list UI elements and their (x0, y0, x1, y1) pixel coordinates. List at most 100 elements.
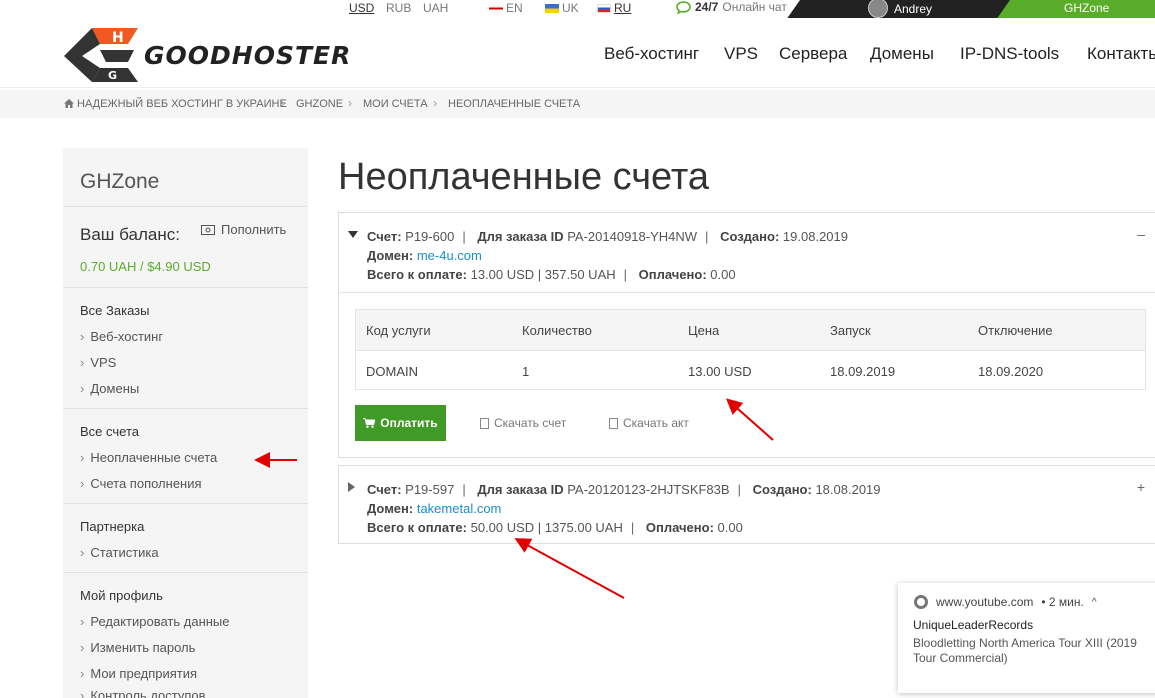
divider (339, 292, 1155, 293)
divider (63, 206, 308, 207)
sidebar-item-label: Контроль доступов (90, 688, 206, 698)
invoice-header[interactable]: + Счет: P19-597 | Для заказа ID PA-201201… (339, 466, 1155, 537)
divider (63, 572, 308, 573)
nav-vps[interactable]: VPS (724, 44, 758, 64)
currency-rub[interactable]: RUB (386, 1, 411, 15)
notification-body: Bloodletting North America Tour XIII (20… (913, 636, 1137, 665)
table-cell: 18.09.2019 (830, 364, 896, 379)
lang-en[interactable]: EN (489, 1, 523, 15)
invoice-number-label: Счет: (367, 229, 402, 244)
chevron-right-icon: › (80, 545, 85, 560)
sidebar-head-profile[interactable]: Мой профиль (80, 588, 163, 603)
sidebar-title: GHZone (80, 170, 160, 193)
notification-title: UniqueLeaderRecords (913, 618, 1034, 632)
sidebar-item-topup-invoices[interactable]: › Счета пополнения (80, 476, 202, 491)
table-row: DOMAIN 1 13.00 USD 18.09.2019 18.09.2020 (356, 351, 1145, 389)
ukraine-flag-icon (545, 3, 559, 13)
chevron-up-icon[interactable]: ^ (1092, 597, 1097, 608)
chevron-right-icon: › (80, 450, 85, 465)
invoice-card: + Счет: P19-597 | Для заказа ID PA-201201… (338, 465, 1155, 544)
nav-servers[interactable]: Сервера (779, 44, 847, 64)
notification-time: • 2 мин. (1041, 595, 1084, 609)
user-menu[interactable]: Andrey (868, 0, 932, 18)
sidebar-item-domains[interactable]: › Домены (80, 381, 139, 396)
column-header: Цена (688, 323, 720, 338)
table-cell: 18.09.2020 (978, 364, 1044, 379)
breadcrumb-home[interactable]: Надежный веб хостинг в Украине (77, 98, 287, 110)
balance-amount: 0.70 UAH / $4.90 USD (80, 259, 211, 274)
pay-button[interactable]: Оплатить (355, 405, 446, 441)
nav-domains[interactable]: Домены (870, 44, 934, 64)
sidebar-item-label: Мои предприятия (90, 666, 198, 681)
sidebar-item-access-control[interactable]: › Контроль доступов (80, 688, 206, 698)
home-icon[interactable] (64, 99, 74, 108)
divider (63, 503, 308, 504)
sidebar-head-orders[interactable]: Все Заказы (80, 303, 149, 318)
download-invoice-link[interactable]: Скачать счет (480, 416, 566, 430)
annotation-arrow (514, 538, 625, 599)
created-label: Создано: (752, 482, 812, 497)
lang-uk[interactable]: UK (545, 1, 579, 15)
breadcrumb-ghzone[interactable]: GHZone (296, 98, 343, 110)
table-cell: 1 (522, 364, 530, 379)
domain-link[interactable]: me-4u.com (417, 248, 482, 263)
expand-toggle[interactable]: + (1137, 478, 1145, 497)
account-sidebar: GHZone Ваш баланс: Пополнить 0.70 UAH / … (63, 148, 308, 698)
currency-usd[interactable]: USD (349, 1, 374, 15)
total-label: Всего к оплате: (367, 267, 467, 282)
collapse-triangle-icon[interactable] (348, 231, 358, 238)
download-invoice-label: Скачать счет (494, 416, 567, 430)
download-act-link[interactable]: Скачать акт (609, 416, 689, 430)
site-logo[interactable]: H G GOODHOSTER (62, 26, 351, 84)
sidebar-head-partner[interactable]: Партнерка (80, 519, 144, 534)
chevron-right-icon: › (80, 476, 85, 491)
sidebar-head-invoices[interactable]: Все счета (80, 424, 139, 439)
sidebar-item-vps[interactable]: › VPS (80, 355, 116, 370)
total-amount: 50.00 USD | 1375.00 UAH (470, 520, 623, 535)
user-name: Andrey (894, 2, 933, 16)
sidebar-item-edit-data[interactable]: › Редактировать данные (80, 614, 230, 629)
collapse-toggle[interactable]: – (1137, 225, 1145, 244)
browser-notification[interactable]: www.youtube.com • 2 мин. ^ UniqueLeaderR… (898, 583, 1155, 693)
table-cell: DOMAIN (366, 364, 418, 379)
domain-label: Домен: (367, 501, 414, 516)
sidebar-item-my-companies[interactable]: › Мои предприятия (80, 666, 197, 681)
sidebar-item-label: Неоплаченные счета (90, 450, 218, 465)
sidebar-item-label: Веб-хостинг (90, 329, 164, 344)
sidebar-item-label: Изменить пароль (90, 640, 196, 655)
domain-link[interactable]: takemetal.com (417, 501, 502, 516)
ghzone-link[interactable]: GHZone (1064, 1, 1109, 15)
russia-flag-icon (597, 3, 611, 13)
top-bar: USD RUB UAH EN UK RU 24/7 Онлайн чат And… (0, 0, 1155, 18)
nav-contacts[interactable]: Контакты (1087, 44, 1155, 64)
sidebar-item-unpaid-invoices[interactable]: › Неоплаченные счета (80, 450, 217, 465)
lang-ru[interactable]: RU (597, 1, 631, 15)
created-label: Создано: (720, 229, 780, 244)
table-cell: 13.00 USD (688, 364, 752, 379)
online-chat-link[interactable]: 24/7 Онлайн чат (676, 0, 787, 14)
site-header: H G GOODHOSTER Веб-хостинг VPS Сервера Д… (0, 18, 1155, 88)
column-header: Отключение (978, 323, 1053, 338)
chevron-right-icon: › (80, 614, 85, 629)
sidebar-item-change-password[interactable]: › Изменить пароль (80, 640, 195, 655)
sidebar-item-web-hosting[interactable]: › Веб-хостинг (80, 329, 163, 344)
breadcrumb-separator-icon: › (433, 96, 437, 110)
currency-uah[interactable]: UAH (423, 1, 448, 15)
breadcrumb-separator-icon: › (281, 96, 285, 110)
nav-ip-dns-tools[interactable]: IP-DNS-tools (960, 44, 1059, 64)
breadcrumb: Надежный веб хостинг в Украине › GHZone … (0, 90, 1155, 118)
uk-flag-icon (489, 3, 503, 13)
download-act-label: Скачать акт (623, 416, 689, 430)
breadcrumb-my-invoices[interactable]: Мои счета (363, 98, 428, 110)
breadcrumb-separator-icon: › (348, 96, 352, 110)
invoice-number-label: Счет: (367, 482, 402, 497)
sidebar-item-label: Домены (90, 381, 140, 396)
balance-label: Ваш баланс: (80, 225, 180, 244)
topup-link[interactable]: Пополнить (201, 222, 286, 237)
nav-web-hosting[interactable]: Веб-хостинг (604, 44, 699, 64)
chat-label: Онлайн чат (722, 0, 787, 14)
expand-triangle-icon[interactable] (348, 482, 355, 492)
invoice-header[interactable]: – Счет: P19-600 | Для заказа ID PA-201409… (339, 213, 1155, 284)
sidebar-item-statistics[interactable]: › Статистика (80, 545, 159, 560)
logo-text: GOODHOSTER (144, 40, 352, 70)
